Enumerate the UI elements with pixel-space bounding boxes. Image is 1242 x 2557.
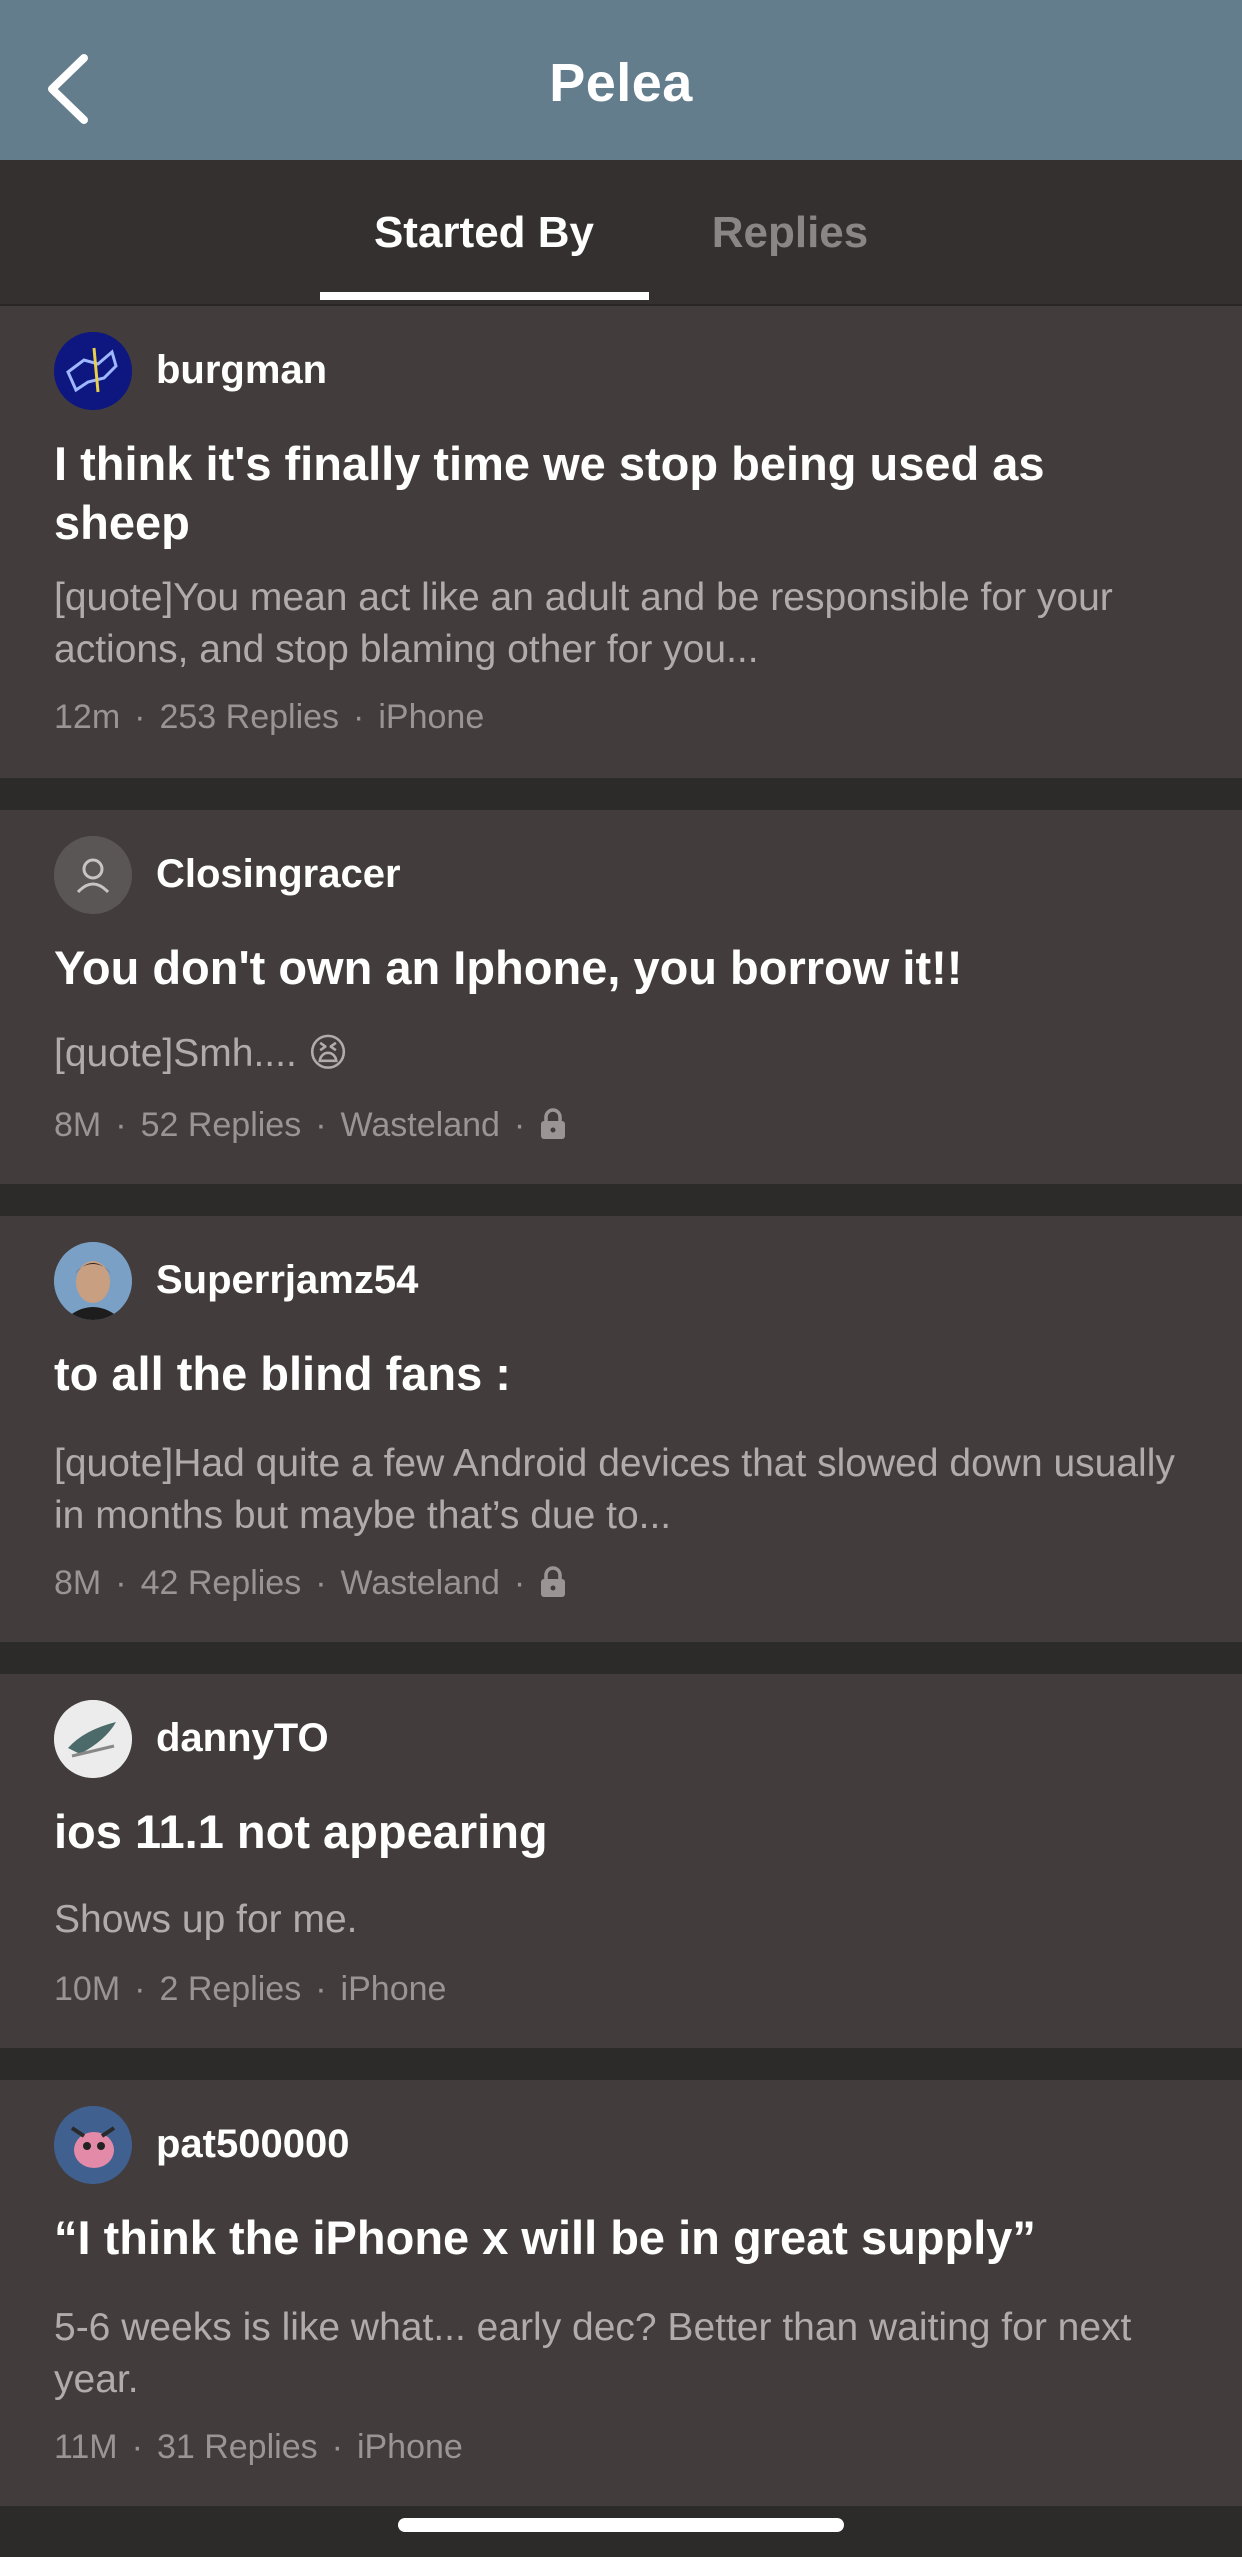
post-title[interactable]: “I think the iPhone x will be in great s… [54,2208,1184,2267]
post-title[interactable]: I think it's finally time we stop being … [54,434,1184,552]
meta-separator: · [513,1564,526,1602]
lock-icon [541,1566,566,1597]
post-forum[interactable]: iPhone [357,2428,463,2466]
post-meta: 11M · 31 Replies · iPhone [54,2428,463,2467]
avatar[interactable] [54,1700,132,1778]
post-time: 11M [54,2428,118,2466]
meta-separator: · [315,1970,327,2008]
meta-separator: · [134,1970,146,2008]
meta-separator: · [315,1564,327,1602]
post-reply-count: 31 Replies [156,2428,318,2466]
post-time: 8M [54,1106,102,1144]
lock-icon [541,1108,566,1139]
post-title[interactable]: ios 11.1 not appearing [54,1802,1184,1861]
post-forum[interactable]: Wasteland [341,1106,500,1144]
post-excerpt: Shows up for me. [54,1898,358,1941]
avatar[interactable] [54,836,132,914]
post-forum[interactable]: Wasteland [341,1564,500,1602]
post-excerpt: 5-6 weeks is like what... early dec? Bet… [54,2306,1132,2401]
meta-separator: · [513,1106,526,1144]
post-reply-count: 253 Replies [159,698,340,736]
tab-bar: Started By Replies [0,160,1242,306]
post-time: 8M [54,1564,102,1602]
post-time: 12m [54,698,121,736]
meta-separator: · [315,1106,327,1144]
tab-replies[interactable]: Replies [690,208,890,258]
post-meta: 12m · 253 Replies · iPhone [54,698,484,737]
meta-separator: · [134,698,146,736]
post-card[interactable]: burgman I think it's finally time we sto… [0,306,1242,778]
post-author[interactable]: dannyTO [156,1716,329,1761]
post-meta: 8M · 52 Replies · Wasteland · [54,1106,567,1145]
post-card[interactable]: pat500000 “I think the iPhone x will be … [0,2080,1242,2506]
page-title: Pelea [549,53,693,113]
post-card[interactable]: dannyTO ios 11.1 not appearing Shows up … [0,1674,1242,2048]
meta-separator: · [331,2428,343,2466]
post-author[interactable]: Closingracer [156,852,401,897]
nav-bar: Pelea [0,0,1242,160]
post-time: 10M [54,1970,121,2008]
meta-separator: · [131,2428,143,2466]
post-author[interactable]: burgman [156,348,327,393]
meta-separator: · [115,1106,127,1144]
post-meta: 8M · 42 Replies · Wasteland · [54,1564,567,1603]
post-title[interactable]: to all the blind fans : [54,1344,1184,1403]
post-excerpt: [quote]Had quite a few Android devices t… [54,1442,1175,1537]
post-reply-count: 42 Replies [140,1564,302,1602]
post-excerpt: [quote]You mean act like an adult and be… [54,576,1113,671]
post-card[interactable]: Superrjamz54 to all the blind fans : [qu… [0,1216,1242,1642]
tab-started-by[interactable]: Started By [320,208,648,258]
post-author[interactable]: pat500000 [156,2122,349,2167]
post-forum[interactable]: iPhone [341,1970,447,2008]
home-indicator[interactable] [398,2518,844,2532]
post-meta: 10M · 2 Replies · iPhone [54,1970,446,2009]
meta-separator: · [353,698,365,736]
post-card[interactable]: Closingracer You don't own an Iphone, yo… [0,810,1242,1184]
active-tab-indicator [320,292,649,300]
post-title[interactable]: You don't own an Iphone, you borrow it!! [54,938,1184,997]
post-author[interactable]: Superrjamz54 [156,1258,418,1303]
avatar[interactable] [54,2106,132,2184]
post-excerpt: [quote]Smh.... 😫 [54,1032,349,1075]
post-reply-count: 52 Replies [140,1106,302,1144]
avatar[interactable] [54,1242,132,1320]
post-reply-count: 2 Replies [159,1970,302,2008]
post-forum[interactable]: iPhone [378,698,484,736]
avatar[interactable] [54,332,132,410]
meta-separator: · [115,1564,127,1602]
